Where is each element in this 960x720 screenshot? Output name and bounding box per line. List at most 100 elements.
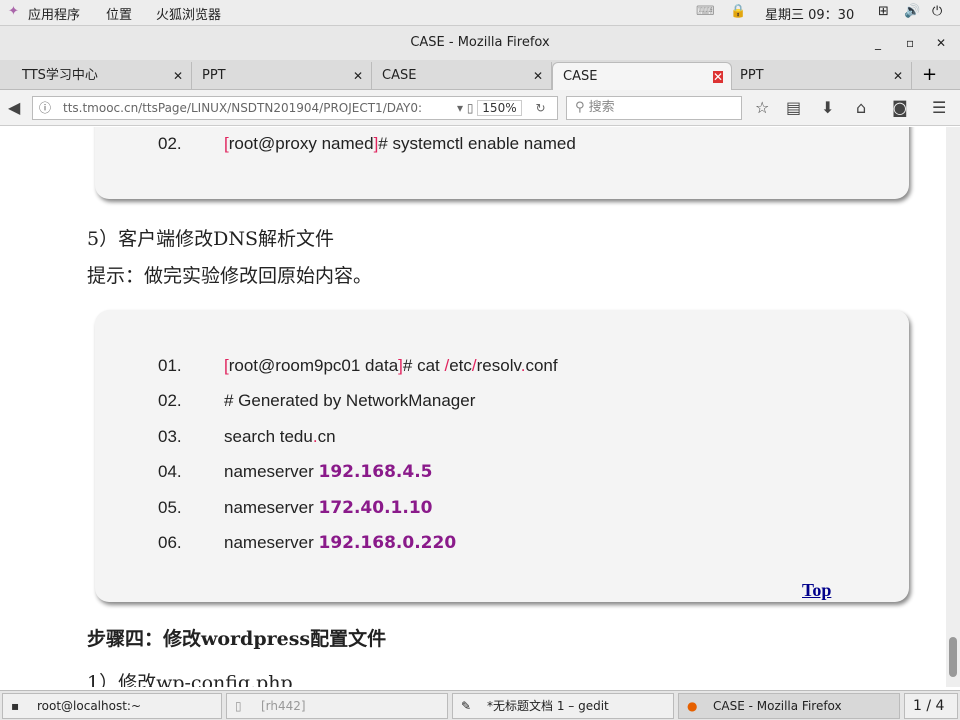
sub-step-1: 1）修改wp-config.php (87, 672, 293, 687)
search-input[interactable]: ⚲ 搜索 (566, 96, 742, 120)
ip-address: 192.168.0.220 (318, 533, 457, 553)
firefox-icon: ● (687, 699, 698, 713)
code-line: 01. [root@room9pc01 data]# cat /etc/resol… (158, 356, 558, 375)
command: # cat (402, 356, 445, 375)
line-number: 03. (158, 427, 182, 446)
new-tab-button[interactable]: + (922, 64, 937, 85)
code-text: cn (317, 427, 336, 446)
close-tab-icon[interactable]: ✕ (173, 62, 183, 90)
prompt: root@proxy named (228, 134, 374, 153)
task-label: root@localhost:~ (37, 699, 142, 713)
scrollbar[interactable] (946, 127, 960, 687)
menu-icon[interactable]: ☰ (932, 98, 946, 117)
url-bar[interactable]: ⓘ tts.tmooc.cn/ttsPage/LINUX/NSDTN201904… (32, 96, 558, 120)
code-line: 02. [root@proxy named]# systemctl enable … (158, 134, 576, 153)
code-text: nameserver (224, 462, 319, 481)
line-number: 05. (158, 498, 182, 517)
pocket-icon[interactable]: ◙ (892, 98, 908, 117)
keyboard-icon[interactable]: ⌨ (696, 4, 715, 19)
apps-icon: ✦ (8, 4, 19, 19)
dropdown-icon[interactable]: ▾ (457, 101, 463, 115)
line-number: 06. (158, 533, 182, 552)
clock[interactable]: 星期三 09：30 (765, 4, 854, 23)
lock-icon[interactable]: 🔒 (730, 4, 746, 19)
task-firefox[interactable]: ● CASE - Mozilla Firefox (678, 693, 900, 719)
path-part: resolv (476, 356, 521, 375)
volume-icon[interactable]: 🔊 (904, 4, 920, 19)
code-text: # Generated by NetworkManager (224, 391, 476, 410)
path-part: conf (525, 356, 558, 375)
back-button[interactable]: ◀ (8, 98, 20, 117)
task-gedit[interactable]: ✎ *无标题文档 1 – gedit (452, 693, 674, 719)
step-4-heading: 步骤四：修改wordpress配置文件 (87, 628, 387, 650)
task-label: *无标题文档 1 – gedit (487, 699, 609, 713)
code-box-2: 01. [root@room9pc01 data]# cat /etc/resol… (95, 310, 909, 602)
ip-address: 172.40.1.10 (318, 498, 433, 518)
reload-icon[interactable]: ↻ (535, 101, 545, 115)
url-actions: ▾ ▯ 150% ↻ (453, 97, 557, 119)
tab-label: CASE (382, 68, 417, 83)
power-icon[interactable]: ⏻ (932, 4, 942, 19)
command: # systemctl enable named (378, 134, 576, 153)
code-line: 04. nameserver 192.168.4.5 (158, 462, 433, 482)
line-number: 02. (158, 134, 182, 153)
network-icon[interactable]: ⊞ (878, 4, 889, 19)
url-text: tts.tmooc.cn/ttsPage/LINUX/NSDTN201904/P… (63, 101, 423, 115)
applications-menu[interactable]: 应用程序 (28, 4, 80, 23)
home-icon[interactable]: ⌂ (856, 98, 866, 117)
firefox-menu[interactable]: 火狐浏览器 (156, 4, 221, 23)
tab-tts[interactable]: TTS学习中心 ✕ (2, 62, 192, 90)
top-link[interactable]: Top (802, 580, 831, 601)
close-tab-icon[interactable]: ✕ (712, 71, 723, 83)
taskbar: ▪ root@localhost:~ ▯ [rh442] ✎ *无标题文档 1 – g… (0, 690, 960, 720)
code-text: nameserver (224, 498, 319, 517)
tab-ppt[interactable]: PPT ✕ (192, 62, 372, 90)
maximize-button[interactable]: ▫ (906, 26, 914, 60)
bookmark-star-icon[interactable]: ☆ (755, 98, 769, 117)
line-number: 04. (158, 462, 182, 481)
document-icon: ▯ (235, 699, 242, 713)
task-rh442[interactable]: ▯ [rh442] (226, 693, 448, 719)
reader-icon[interactable]: ▯ (467, 101, 474, 115)
tab-label: TTS学习中心 (22, 68, 98, 83)
task-label: CASE - Mozilla Firefox (713, 699, 842, 713)
tab-label: CASE (563, 69, 598, 84)
minimize-button[interactable]: _ (875, 26, 881, 60)
tab-label: PPT (740, 68, 764, 83)
close-tab-icon[interactable]: ✕ (353, 62, 363, 90)
gedit-icon: ✎ (461, 699, 472, 713)
prompt: root@room9pc01 data (228, 356, 399, 375)
step-5-text: 5）客户端修改DNS解析文件 (87, 228, 334, 250)
scrollbar-thumb[interactable] (949, 637, 957, 677)
reading-list-icon[interactable]: ▤ (786, 98, 801, 117)
code-line: 02. # Generated by NetworkManager (158, 391, 475, 411)
code-line: 06. nameserver 192.168.0.220 (158, 533, 456, 553)
tab-case-active[interactable]: CASE ✕ (552, 62, 732, 90)
info-icon[interactable]: ⓘ (39, 97, 51, 119)
terminal-icon: ▪ (11, 699, 20, 713)
code-line: 05. nameserver 172.40.1.10 (158, 498, 433, 518)
search-icon: ⚲ (575, 100, 585, 115)
close-tab-icon[interactable]: ✕ (533, 62, 543, 90)
places-menu[interactable]: 位置 (106, 4, 132, 23)
tab-strip: TTS学习中心 ✕ PPT ✕ CASE ✕ CASE ✕ PPT ✕ + (0, 60, 960, 90)
download-icon[interactable]: ⬇ (821, 98, 834, 117)
tab-label: PPT (202, 68, 226, 83)
zoom-level[interactable]: 150% (477, 100, 522, 116)
system-top-bar: ✦ 应用程序 位置 火狐浏览器 ⌨ 🔒 星期三 09：30 ⊞ 🔊 ⏻ (0, 0, 960, 26)
tab-case[interactable]: CASE ✕ (372, 62, 552, 90)
task-label: [rh442] (261, 699, 306, 713)
close-tab-icon[interactable]: ✕ (893, 62, 903, 90)
task-terminal[interactable]: ▪ root@localhost:~ (2, 693, 222, 719)
code-line: 03. search tedu.cn (158, 427, 336, 447)
hint-text: 提示：做完实验修改回原始内容。 (87, 265, 373, 287)
search-placeholder: 搜索 (588, 100, 615, 115)
workspace-switcher[interactable]: 1 / 4 (904, 693, 958, 719)
ip-address: 192.168.4.5 (318, 462, 433, 482)
tab-ppt-2[interactable]: PPT ✕ (732, 62, 912, 90)
close-window-button[interactable]: ✕ (936, 26, 946, 60)
line-number: 01. (158, 356, 182, 375)
window-titlebar: CASE - Mozilla Firefox _ ▫ ✕ (0, 26, 960, 60)
code-box-1: 02. [root@proxy named]# systemctl enable … (95, 127, 909, 199)
path-part: etc (449, 356, 472, 375)
